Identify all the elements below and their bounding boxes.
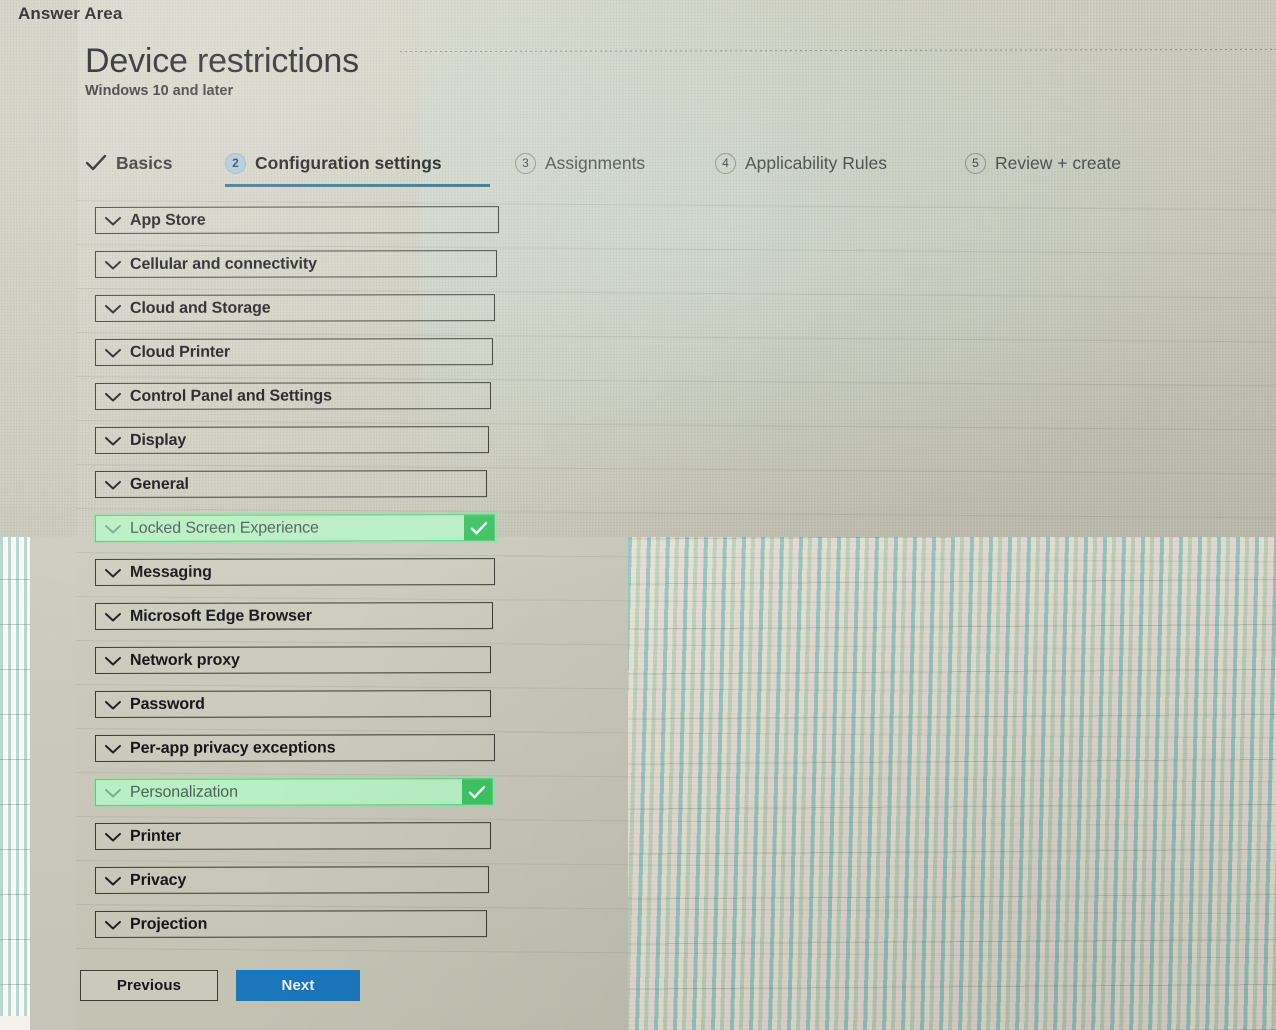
setting-category-label: Printer [129,827,181,845]
chevron-down-icon[interactable] [102,520,124,536]
wizard-step-4[interactable]: 4 Applicability Rules [715,148,887,178]
photo-left-stripe-rules [0,537,30,1030]
photo-left-gutter [30,537,76,1030]
setting-category-row[interactable]: Locked Screen Experience [94,514,496,542]
setting-category-row[interactable]: Display [94,426,490,454]
chevron-down-icon[interactable] [102,740,124,756]
step-number-badge: 3 [515,152,536,174]
wizard-step-3[interactable]: 3 Assignments [515,148,645,178]
next-button[interactable]: Next [236,970,360,1001]
setting-category-row[interactable]: Cellular and connectivity [94,250,498,278]
chevron-down-icon[interactable] [102,916,124,932]
wizard-steps: Basics 2 Configuration settings 3 Assignment… [85,148,1205,192]
step-number-badge: 5 [965,152,986,174]
wizard-step-2[interactable]: 2 Configuration settings [225,148,490,187]
page-subtitle: Windows 10 and later [85,83,234,99]
setting-category-row[interactable]: Network proxy [94,646,492,674]
setting-category-label: Microsoft Edge Browser [129,607,312,625]
selected-check-icon [463,515,495,541]
step-number-badge: 4 [715,152,736,174]
wizard-step-label: Applicability Rules [745,152,888,173]
step-number-badge: 2 [225,152,246,174]
chevron-down-icon[interactable] [102,388,124,404]
setting-category-row[interactable]: Personalization [94,778,494,806]
setting-category-label: Control Panel and Settings [129,387,332,405]
setting-category-label: Per-app privacy exceptions [129,738,336,757]
settings-category-list: App Store Cellular and connectivity Cloud … [94,206,515,955]
chevron-down-icon[interactable] [102,872,124,888]
setting-category-row[interactable]: Printer [94,822,492,850]
setting-category-label: Projection [129,915,208,933]
setting-category-label: Messaging [129,563,212,581]
setting-category-row[interactable]: Projection [94,910,488,938]
setting-category-label: Privacy [129,871,187,889]
chevron-down-icon[interactable] [102,696,124,712]
setting-category-row[interactable]: Messaging [94,558,496,586]
chevron-down-icon[interactable] [102,652,124,668]
chevron-down-icon[interactable] [102,344,124,360]
setting-category-row[interactable]: App Store [94,206,500,234]
setting-category-label: Cellular and connectivity [129,255,317,273]
page-title: Device restrictions [85,42,359,80]
setting-category-label: Password [129,695,205,713]
wizard-step-label: Assignments [545,152,646,173]
setting-category-label: Display [129,431,187,449]
setting-category-label: Cloud and Storage [129,299,271,317]
chevron-down-icon[interactable] [102,212,124,228]
wizard-step-label: Basics [116,152,173,173]
photo-left-stripe-sliver [0,537,30,1030]
photo-left-pale-band [0,0,78,537]
setting-category-label: General [129,475,189,493]
wizard-step-5[interactable]: 5 Review + create [965,148,1121,178]
setting-category-label: App Store [129,211,206,229]
setting-category-label: Personalization [129,783,238,801]
chevron-down-icon[interactable] [102,256,124,272]
setting-category-row[interactable]: General [94,470,488,498]
screenshot-root: Answer Area Device restrictions Windows … [0,0,1276,1030]
active-step-underline [225,184,490,187]
chevron-down-icon[interactable] [102,784,124,800]
wizard-step-label: Configuration settings [255,152,442,173]
chevron-down-icon[interactable] [102,828,124,844]
setting-category-row[interactable]: Password [94,690,492,718]
setting-category-label: Cloud Printer [129,343,231,361]
chevron-down-icon[interactable] [102,300,124,316]
setting-category-label: Locked Screen Experience [129,519,319,537]
setting-category-row[interactable]: Privacy [94,866,490,894]
chevron-down-icon[interactable] [102,432,124,448]
setting-category-row[interactable]: Per-app privacy exceptions [94,734,496,762]
setting-category-row[interactable]: Cloud and Storage [94,294,496,322]
answer-area-label: Answer Area [18,4,123,23]
wizard-step-label: Review + create [995,152,1121,173]
step-complete-check-icon [85,153,107,174]
setting-category-label: Network proxy [129,651,240,669]
chevron-down-icon[interactable] [102,608,124,624]
chevron-down-icon[interactable] [102,476,124,492]
wizard-footer: Previous Next [80,970,360,1001]
photo-bottom-white-corner [0,1016,30,1030]
previous-button[interactable]: Previous [80,970,218,1001]
setting-category-row[interactable]: Microsoft Edge Browser [94,602,494,630]
selected-check-icon [461,779,493,805]
chevron-down-icon[interactable] [102,564,124,580]
setting-category-row[interactable]: Control Panel and Settings [94,382,492,410]
wizard-step-1[interactable]: Basics [85,148,172,178]
setting-category-row[interactable]: Cloud Printer [94,338,494,366]
